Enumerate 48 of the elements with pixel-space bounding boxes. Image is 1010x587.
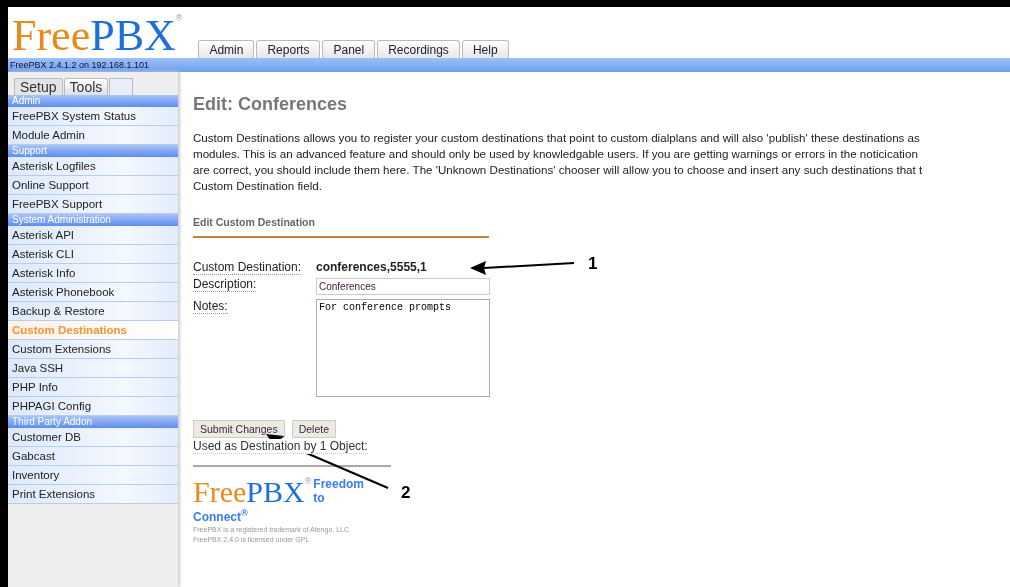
sidebar-item[interactable]: Inventory — [8, 466, 178, 485]
sidebar-section-header: System Administration — [8, 214, 178, 226]
sidebar-tab[interactable]: Tools — [63, 78, 109, 95]
field-label: Notes: — [193, 299, 228, 314]
section-heading: Edit Custom Destination — [193, 194, 489, 238]
sidebar-item[interactable]: Asterisk API — [8, 226, 178, 245]
slogan-text: Connect$^{®}$ — [193, 510, 248, 524]
sidebar-section-header: Support — [8, 145, 178, 157]
sidebar-item[interactable]: Asterisk Info — [8, 264, 178, 283]
annotation-number: 2 — [401, 483, 411, 503]
page-title: Edit: Conferences — [193, 94, 349, 115]
sidebar-item[interactable]: Asterisk CLI — [8, 245, 178, 264]
nav-tab[interactable]: Recordings — [377, 40, 460, 58]
sidebar-item[interactable]: FreePBX System Status — [8, 107, 178, 126]
nav-tab[interactable]: Help — [461, 40, 509, 58]
sidebar-section-header: Admin — [8, 95, 178, 107]
destination-value: conferences,5555,1 — [316, 260, 427, 274]
sidebar-item[interactable]: Print Extensions — [8, 485, 178, 504]
freepbx-logo: FreePBX® — [12, 14, 183, 58]
sidebar-tab[interactable]: Setup — [14, 78, 63, 95]
sidebar-item[interactable]: Java SSH — [8, 359, 178, 378]
footer-logo: FreePBX® — [193, 477, 312, 507]
nav-tab[interactable]: Reports — [256, 40, 321, 58]
sidebar-section-header: Third Party Addon — [8, 416, 178, 428]
description-input[interactable]: Conferences — [316, 278, 490, 295]
delete-button[interactable]: Delete — [291, 420, 336, 438]
sidebar-item[interactable]: Online Support — [8, 176, 178, 195]
field-label: Description: — [193, 277, 257, 292]
sidebar-item[interactable]: Gabcast — [8, 447, 178, 466]
sidebar-item[interactable]: Customer DB — [8, 428, 178, 447]
version-text: FreePBX 2.4.1.2 on 192.168.1.101 — [9, 60, 150, 70]
usage-text: Used as Destination by 1 Object: — [193, 439, 368, 454]
sidebar-item[interactable]: FreePBX Support — [8, 195, 178, 214]
annotation-number: 1 — [588, 254, 598, 274]
sidebar-item[interactable]: Backup & Restore — [8, 302, 178, 321]
notes-textarea[interactable]: For conference prompts — [316, 299, 490, 397]
nav-tab[interactable]: Admin — [198, 40, 255, 58]
nav-tab[interactable]: Panel — [322, 40, 376, 58]
sidebar-item[interactable]: Asterisk Phonebook — [8, 283, 178, 302]
sidebar-item[interactable]: PHPAGI Config — [8, 397, 178, 416]
sidebar-item[interactable]: Custom Extensions — [8, 340, 178, 359]
description-text: Custom Destinations allows you to register your custom destinations that point to custom dialplans and will also 'publish' these destinations as modules. This is an advanced feature and should only be used by knowledgable users. If you are getting warnings or errors in the noticication are correct, you should include them here. The 'Unknown Destinations' chooser will allow you to choose and insert any such destinations that t Custom Destination field. — [193, 130, 924, 194]
submit-button[interactable]: Submit Changes — [193, 420, 285, 438]
sidebar-item[interactable]: PHP Info — [8, 378, 178, 397]
sidebar-item[interactable]: Module Admin — [8, 126, 178, 145]
sidebar-item[interactable]: Asterisk Logfiles — [8, 157, 178, 176]
field-label: Custom Destination: — [193, 260, 302, 275]
slogan-text: Freedom to — [313, 477, 365, 505]
